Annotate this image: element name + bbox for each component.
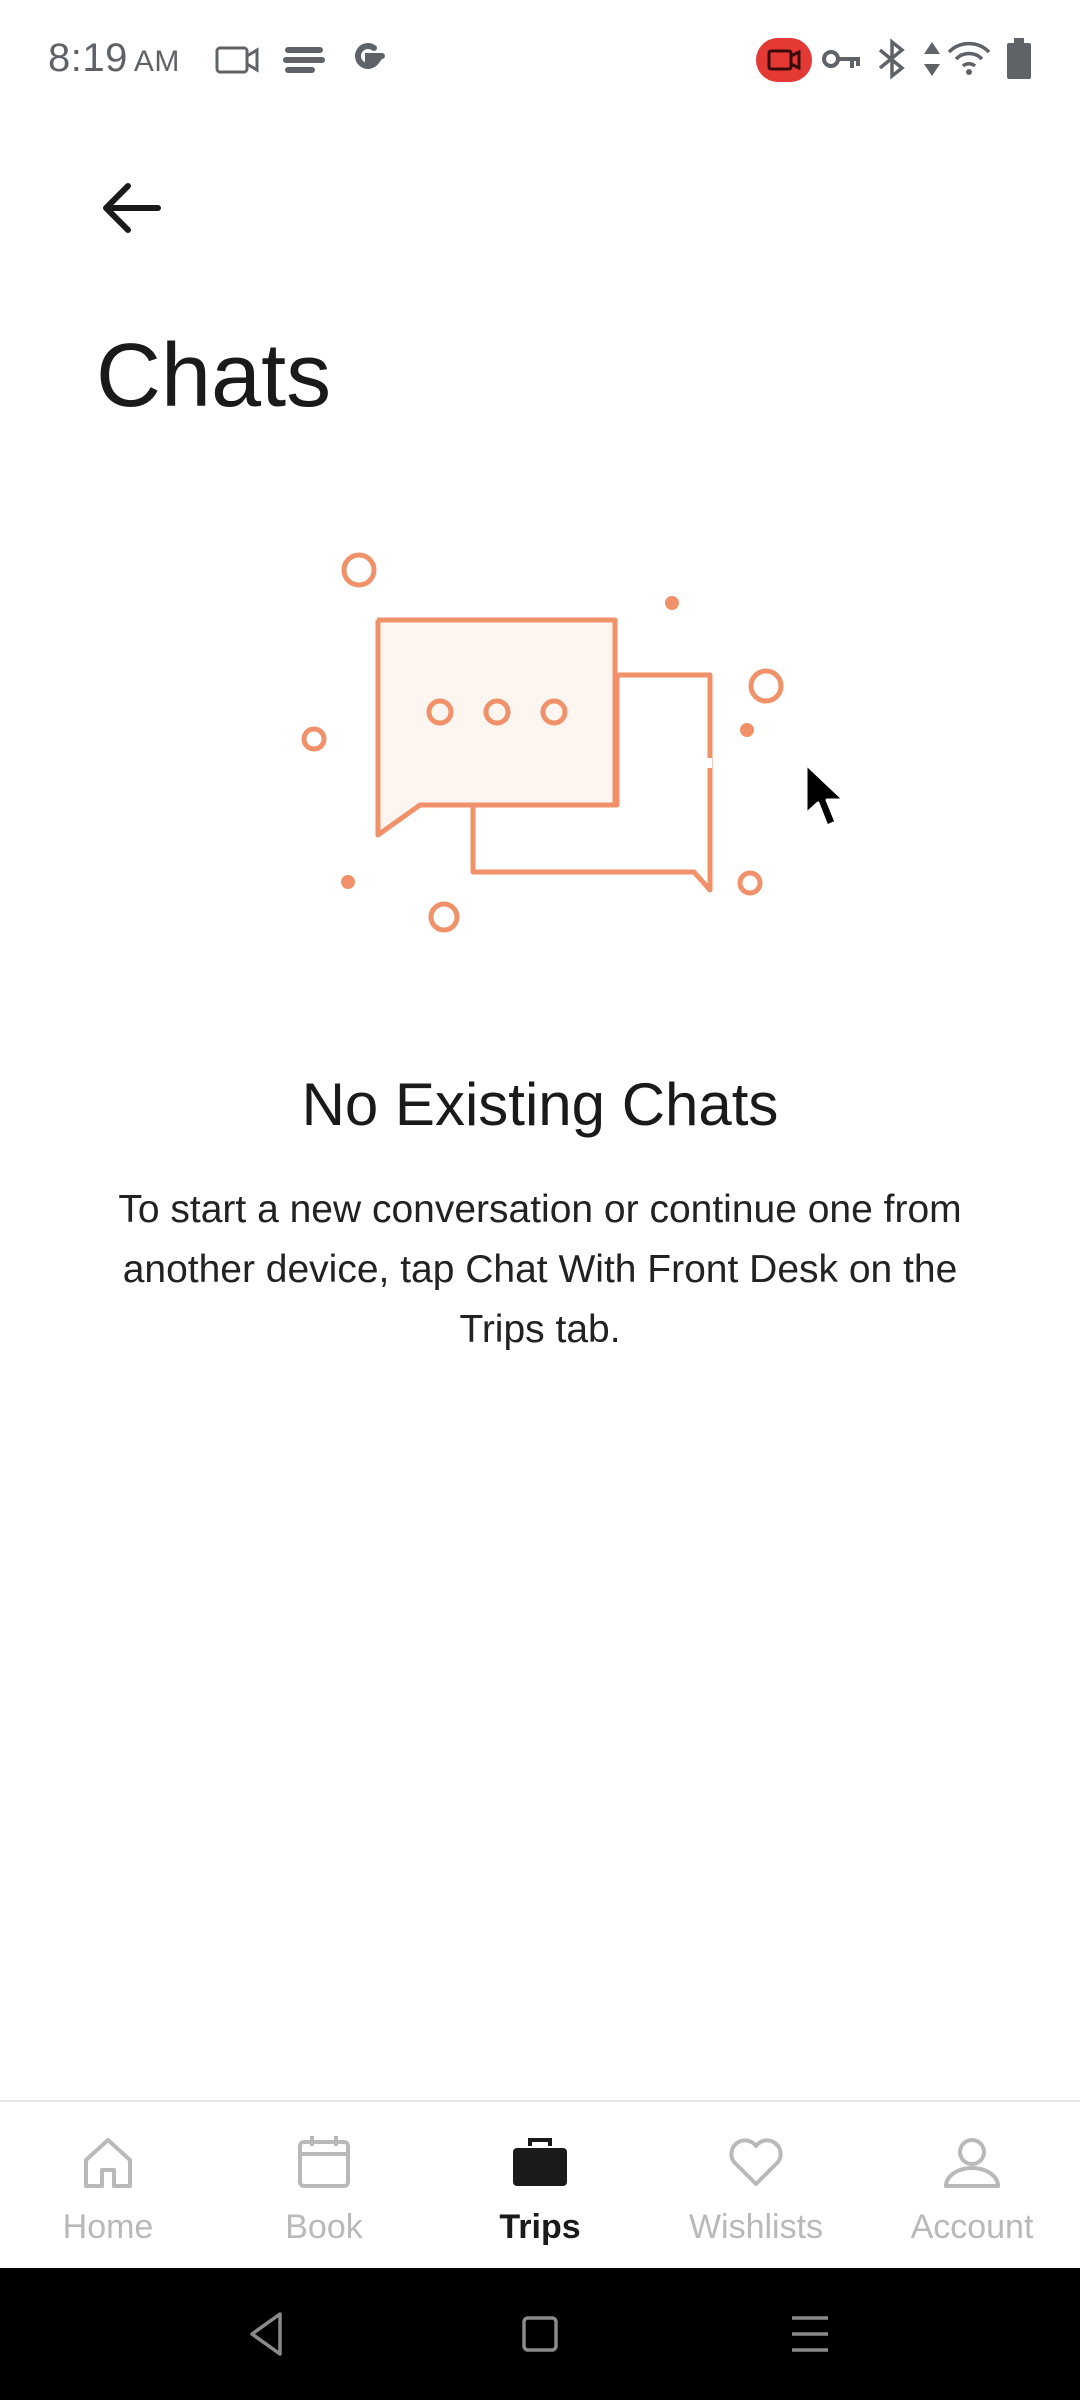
battery-icon [1007,38,1031,79]
system-nav-bar [0,2268,1080,2400]
nav-item-wishlists[interactable]: Wishlists [648,2102,864,2270]
nav-label-wishlists: Wishlists [688,2208,824,2246]
wifi-icon [947,41,991,75]
person-icon [944,2138,1000,2188]
bluetooth-icon [878,38,905,80]
recording-badge-icon [756,38,812,82]
system-menu-button[interactable] [780,2304,840,2364]
nav-label-book: Book [285,2208,363,2246]
nav-item-account[interactable]: Account [864,2102,1080,2270]
triangle-back-icon [250,2312,282,2356]
menu-lines-icon [792,2316,828,2352]
briefcase-icon [513,2138,567,2186]
google-icon [355,43,385,69]
data-transfer-icon [924,42,940,76]
home-icon [84,2138,132,2188]
nav-label-account: Account [910,2208,1034,2246]
nav-item-book[interactable]: Book [216,2102,432,2270]
app-notification-icon [283,47,325,73]
back-button[interactable] [92,168,172,248]
chat-bubbles-illustration [301,552,784,933]
nav-item-trips[interactable]: Trips [432,2102,648,2270]
mouse-cursor-icon [804,762,846,828]
status-bar: 8:19 AM [0,0,1080,120]
heart-icon [729,2138,783,2186]
nav-label-home: Home [62,2208,154,2246]
vpn-key-icon [822,50,860,68]
page-title: Chats [96,326,332,426]
status-time: 8:19 AM [48,36,180,81]
arrow-left-icon [103,183,161,233]
empty-state-title: No Existing Chats [301,1071,779,1138]
nav-item-home[interactable]: Home [0,2102,216,2270]
screen-record-icon [215,46,259,74]
square-home-icon [522,2316,558,2352]
calendar-icon [298,2136,350,2188]
system-back-button[interactable] [238,2304,298,2364]
empty-state-description: To start a new conversation or continue … [118,1188,962,1351]
system-home-button[interactable] [510,2304,570,2364]
nav-label-trips: Trips [499,2208,581,2246]
status-time-ampm: AM [133,45,180,78]
status-time-value: 8:19 [48,36,128,80]
bottom-nav: Home Book Trips Wishlists Account [0,2100,1080,2270]
